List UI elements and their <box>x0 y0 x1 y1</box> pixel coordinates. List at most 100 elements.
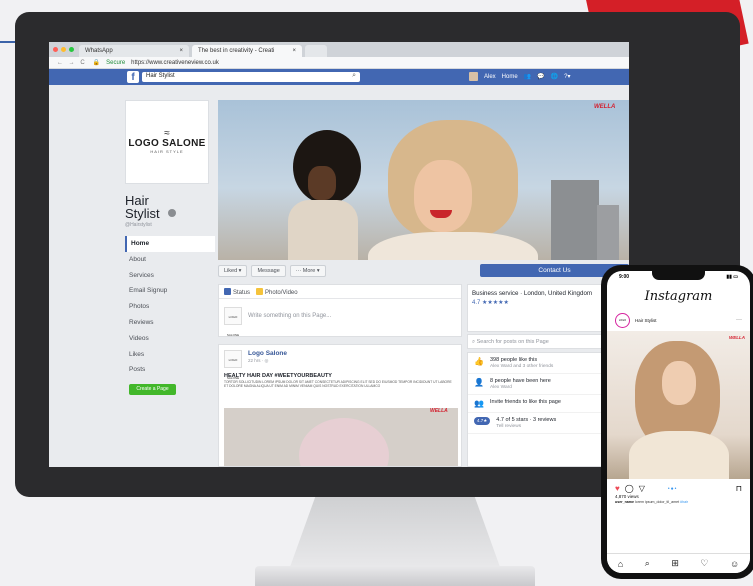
url-text[interactable]: https://www.creativeneview.co.uk <box>131 60 219 66</box>
add-post-icon[interactable]: ⊞ <box>671 558 679 569</box>
ig-caption: user_name lorem ipsum_dolor_til_amet #ha… <box>615 500 689 504</box>
nav-item-about[interactable]: About <box>125 252 215 268</box>
page-action-bar: Liked ▾ Message ··· More ▾ Contact Us <box>218 264 629 278</box>
logo-tagline: HAIR STYLE <box>150 149 184 154</box>
composer-tabs: Status Photo/Video <box>219 285 461 299</box>
like-icon: 👍 <box>474 357 484 366</box>
close-icon[interactable]: × <box>179 48 183 54</box>
browser-tabbar: WhatsApp × The best in creativity - Creat… <box>49 42 629 57</box>
model-body-image <box>288 200 358 260</box>
page-title: Hair Stylist <box>125 194 215 220</box>
nav-item-likes[interactable]: Likes <box>125 347 215 363</box>
address-bar[interactable]: ← → C 🔒 Secure https://www.creativenevie… <box>49 57 629 69</box>
post-timestamp[interactable]: 22 hrs · ◎ <box>248 358 287 364</box>
wella-logo: WELLA <box>729 335 745 340</box>
monitor-base <box>255 566 535 586</box>
post-author[interactable]: Logo Salone <box>248 350 287 357</box>
notifications-icon[interactable]: 🌐 <box>551 73 558 80</box>
friends-icon[interactable]: 👥 <box>524 73 531 80</box>
ig-post-header: LOGO Hair Stylist ··· <box>607 309 750 331</box>
new-tab-button[interactable] <box>305 45 327 57</box>
invite-friends-icon: 👥 <box>474 399 484 408</box>
nav-item-home[interactable]: Home <box>125 236 215 252</box>
more-options-icon[interactable]: ··· <box>736 317 742 323</box>
phone-notch <box>652 271 705 280</box>
nav-arrows-icon[interactable]: ← → C <box>57 60 87 66</box>
rating-badge: 4.7★ <box>474 417 491 425</box>
building-image <box>551 180 599 260</box>
profile-picture[interactable]: ≈ LOGO SALONE HAIR STYLE <box>125 100 209 184</box>
phone-screen: 9:00 ▮▮ ▭ Instagram LOGO Hair Stylist ··… <box>607 271 750 573</box>
ig-bottom-nav: ⌂ ⌕ ⊞ ♡ ☺ <box>607 553 750 573</box>
page-avatar: LOGO SALONE <box>224 307 242 337</box>
composer-input[interactable]: LOGO SALONE Write something on this Page… <box>219 299 461 337</box>
facebook-logo-icon[interactable]: f <box>127 71 139 83</box>
avatar[interactable] <box>469 72 478 81</box>
topbar-right: Alex Home 👥 💬 🌐 ?▾ <box>469 72 571 81</box>
monitor-stand <box>290 497 500 567</box>
building-image <box>597 205 619 260</box>
page-left-column: ≈ LOGO SALONE HAIR STYLE Hair Stylist @H… <box>125 100 215 396</box>
model-face-image <box>308 166 336 200</box>
instagram-logo: Instagram <box>644 289 713 304</box>
topbar-home-link[interactable]: Home <box>502 74 518 80</box>
topbar-user[interactable]: Alex <box>484 74 496 80</box>
monitor-screen: WhatsApp × The best in creativity - Creat… <box>49 42 629 467</box>
wella-logo: WELLA <box>594 104 616 110</box>
smartphone: 9:00 ▮▮ ▭ Instagram LOGO Hair Stylist ··… <box>601 265 753 579</box>
photo-icon <box>256 287 264 295</box>
feed-post: LOGO SALONE Logo Salone 22 hrs · ◎ HEALT… <box>218 344 462 467</box>
wella-logo: WELLA <box>430 408 448 414</box>
help-icon[interactable]: ?▾ <box>564 73 570 80</box>
model-hair-image <box>299 418 389 466</box>
composer-tab-photo[interactable]: Photo/Video <box>256 287 298 296</box>
heart-icon[interactable]: ♥ <box>615 484 620 493</box>
composer-tab-status[interactable]: Status <box>224 287 250 296</box>
create-page-button[interactable]: Create a Page <box>129 384 176 396</box>
facebook-topbar: f Hair Stylist ⌕ Alex Home 👥 💬 🌐 ?▾ <box>49 69 629 85</box>
window-controls[interactable] <box>53 47 74 52</box>
secure-label: Secure <box>106 59 126 66</box>
verified-icon <box>167 209 176 217</box>
nav-item-reviews[interactable]: Reviews <box>125 315 215 331</box>
bookmark-icon[interactable]: ⊓ <box>736 484 742 493</box>
message-button[interactable]: Message <box>251 265 286 277</box>
post-image[interactable]: WELLA <box>224 408 458 466</box>
profile-icon[interactable]: ☺ <box>730 559 739 569</box>
share-icon[interactable]: ▽ <box>639 484 645 493</box>
post-body: TORTOR SOLLICITUDIN LOREM IPSUM DOLOR SI… <box>224 380 452 389</box>
facebook-search-input[interactable]: Hair Stylist ⌕ <box>142 72 360 82</box>
liked-button[interactable]: Liked ▾ <box>218 265 248 277</box>
carousel-dots-icon: •●• <box>667 485 678 492</box>
nav-item-posts[interactable]: Posts <box>125 362 215 378</box>
nav-item-photos[interactable]: Photos <box>125 299 215 315</box>
post-composer: Status Photo/Video LOGO SALONE Write som… <box>218 284 462 337</box>
logo-mark-icon: ≈ <box>164 128 170 139</box>
ig-post-image[interactable]: WELLA <box>607 331 750 479</box>
ig-username[interactable]: Hair Stylist <box>635 318 657 323</box>
tab-whatsapp[interactable]: WhatsApp × <box>79 45 189 57</box>
model-body-image <box>368 232 538 260</box>
ig-action-row: ♥ ◯ ▽ •●• ⊓ <box>607 479 750 494</box>
search-icon[interactable]: ⌕ <box>352 72 356 80</box>
nav-item-email-signup[interactable]: Email Signup <box>125 283 215 299</box>
page-nav: Home About Services Email Signup Photos … <box>125 236 215 378</box>
tab-creative[interactable]: The best in creativity - Creati × <box>192 45 302 57</box>
status-icon <box>224 287 231 295</box>
messages-icon[interactable]: 💬 <box>537 73 544 80</box>
signal-battery-icon: ▮▮ ▭ <box>726 274 738 280</box>
activity-heart-icon[interactable]: ♡ <box>700 558 708 569</box>
more-button[interactable]: ··· More ▾ <box>289 265 326 277</box>
model-face-image <box>662 361 696 405</box>
logo-name: LOGO SALONE <box>128 138 206 149</box>
close-icon[interactable]: × <box>292 48 296 54</box>
nav-item-services[interactable]: Services <box>125 268 215 284</box>
cover-photo[interactable]: WELLA <box>218 100 629 260</box>
nav-item-videos[interactable]: Videos <box>125 331 215 347</box>
search-icon[interactable]: ⌕ <box>645 558 650 569</box>
home-icon[interactable]: ⌂ <box>618 559 623 569</box>
post-avatar[interactable]: LOGO SALONE <box>224 350 242 380</box>
comment-icon[interactable]: ◯ <box>625 484 634 493</box>
person-icon: 👤 <box>474 378 484 387</box>
ig-avatar[interactable]: LOGO <box>615 312 630 328</box>
